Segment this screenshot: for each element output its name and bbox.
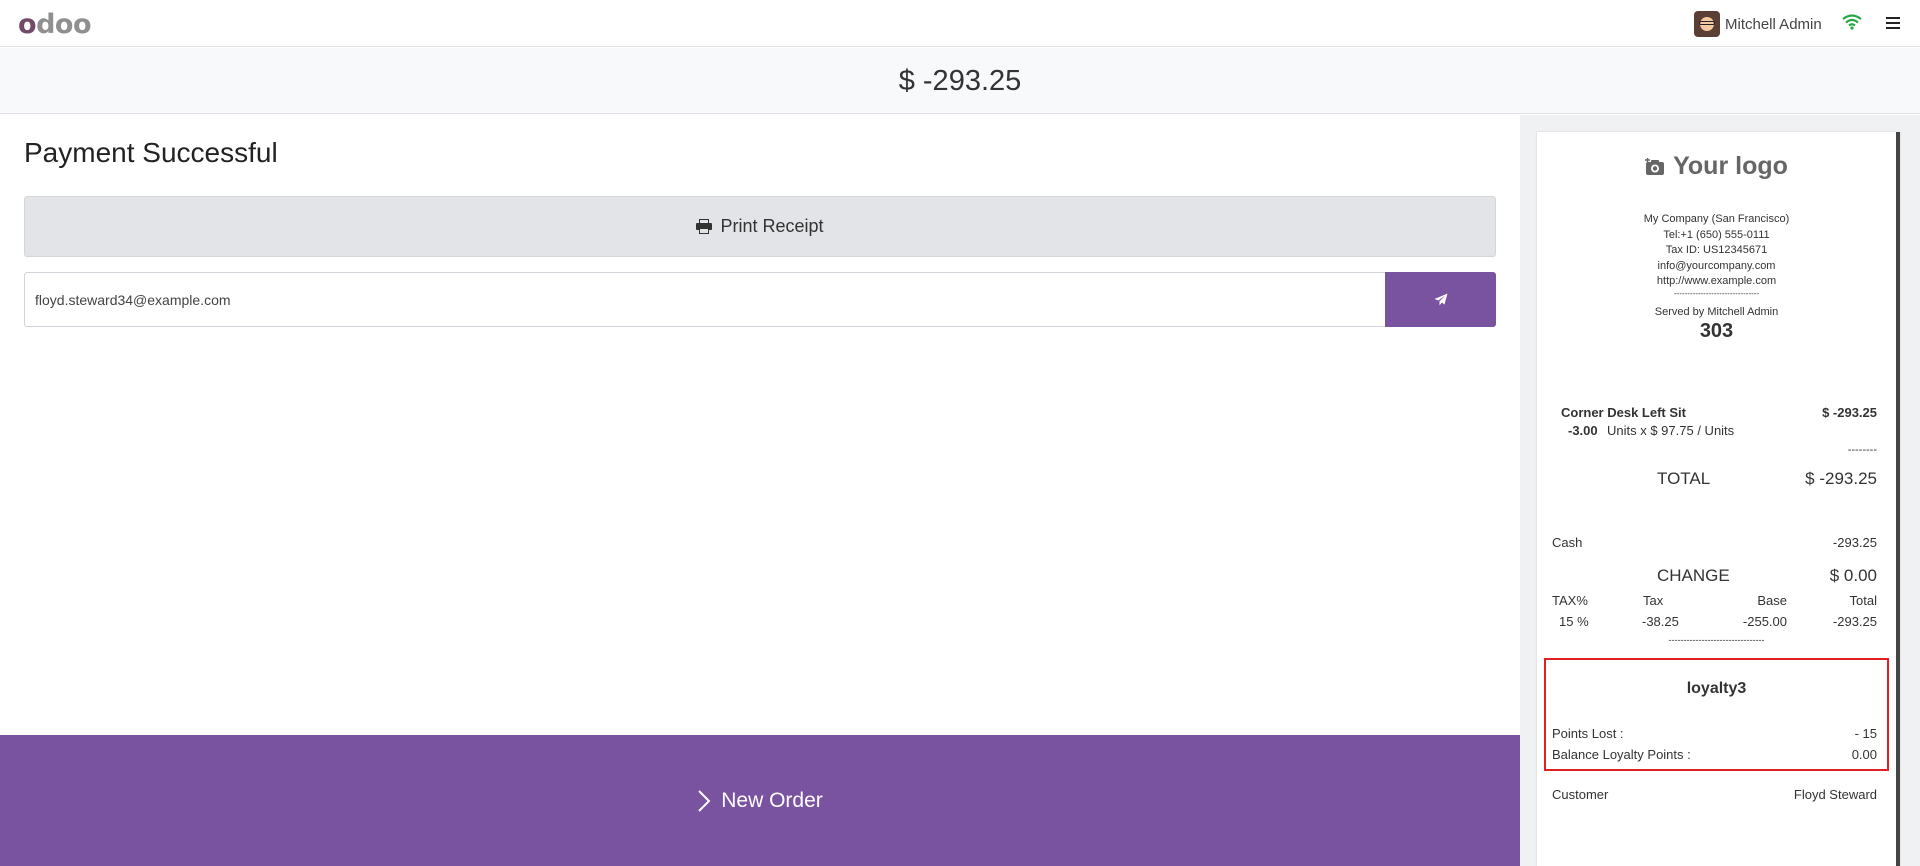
order-number: 303 (1699, 320, 1734, 342)
company-line: http://www.example.com (1656, 275, 1777, 287)
total-label: TOTAL (1657, 469, 1711, 488)
line-detail: Units x $ 97.75 / Units (1607, 423, 1735, 438)
company-separator: -------------------------------- (1673, 288, 1760, 298)
page-title: Payment Successful (24, 137, 278, 168)
tax-amount: -38.25 (1642, 614, 1679, 629)
tax-rate: 15 % (1559, 614, 1589, 629)
total-value: $ -293.25 (1805, 469, 1877, 488)
amount-header: $ -293.25 (0, 48, 1920, 114)
points-lost-value: - 15 (1854, 726, 1877, 741)
email-input[interactable] (24, 272, 1385, 327)
wifi-icon[interactable] (1842, 14, 1862, 30)
receipt: Your logo My Company (San Francisco) Tel… (1537, 132, 1900, 866)
line-qty: -3.00 (1568, 423, 1598, 438)
tax-total: -293.25 (1832, 614, 1877, 629)
line-price: $ -293.25 (1822, 405, 1877, 420)
tax-header-rate: TAX% (1552, 593, 1588, 608)
payment-method: Cash (1552, 535, 1583, 550)
new-order-label: New Order (721, 788, 823, 812)
change-value: $ 0.00 (1829, 566, 1877, 585)
product-name: Corner Desk Left Sit (1561, 405, 1686, 420)
loyalty-program-name: loyalty3 (1686, 680, 1747, 697)
receipt-logo: Your logo (1537, 152, 1896, 181)
avatar (1694, 11, 1720, 37)
tax-base: -255.00 (1742, 614, 1787, 629)
paper-plane-icon (1434, 293, 1447, 306)
points-lost-label: Points Lost : (1552, 726, 1624, 741)
chevron-right-icon (698, 789, 711, 812)
customer-label: Customer (1552, 787, 1609, 802)
logo-text: Your logo (1673, 152, 1788, 180)
total-separator: -------- (1847, 444, 1877, 456)
balance-value: 0.00 (1851, 747, 1877, 762)
company-line: My Company (San Francisco) (1643, 213, 1790, 225)
send-email-button[interactable] (1385, 272, 1496, 327)
tax-separator: -------------------------------- (1668, 635, 1765, 645)
company-line: Tax ID: US12345671 (1665, 244, 1768, 256)
tax-header-base: Base (1757, 593, 1787, 608)
served-by: Served by Mitchell Admin (1654, 306, 1779, 318)
tax-header-tax: Tax (1643, 593, 1664, 608)
odoo-logo: odoo (18, 9, 91, 40)
balance-label: Balance Loyalty Points : (1552, 747, 1691, 762)
tax-header-total: Total (1849, 593, 1877, 608)
print-receipt-label: Print Receipt (720, 216, 824, 236)
hamburger-menu-icon[interactable] (1886, 17, 1900, 29)
payment-pane: Payment Successful Print Receipt (0, 115, 1520, 735)
payment-amount: -293.25 (1832, 535, 1877, 550)
printer-icon (696, 219, 713, 234)
loyalty-section: loyalty3 Points Lost : - 15 Balance Loya… (1544, 658, 1889, 771)
company-line: Tel:+1 (650) 555-0111 (1663, 228, 1770, 241)
change-label: CHANGE (1657, 566, 1730, 585)
user-name: Mitchell Admin (1725, 15, 1822, 33)
top-navbar: odoo Mitchell Admin (0, 0, 1920, 47)
print-receipt-button[interactable]: Print Receipt (24, 196, 1496, 257)
customer-name: Floyd Steward (1793, 787, 1877, 802)
total-amount: $ -293.25 (898, 65, 1022, 97)
user-menu[interactable]: Mitchell Admin (1694, 11, 1822, 37)
receipt-pane: Your logo My Company (San Francisco) Tel… (1520, 115, 1920, 866)
company-info: My Company (San Francisco) Tel:+1 (650) … (1537, 212, 1896, 298)
camera-icon (1645, 157, 1665, 175)
email-receipt-row (24, 272, 1496, 327)
company-line: info@yourcompany.com (1657, 259, 1776, 272)
new-order-button[interactable]: New Order (0, 735, 1520, 866)
